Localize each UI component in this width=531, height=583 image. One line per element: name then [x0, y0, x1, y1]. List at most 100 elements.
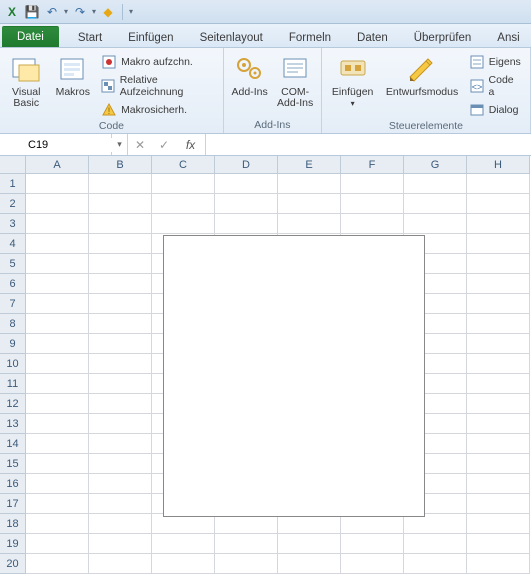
redo-dropdown-icon[interactable]: ▾ [92, 7, 96, 16]
cell[interactable] [152, 554, 215, 574]
insert-function-button[interactable]: fx [176, 134, 206, 155]
cell[interactable] [341, 194, 404, 214]
column-header[interactable]: A [26, 156, 89, 174]
cell[interactable] [278, 514, 341, 534]
cell[interactable] [26, 414, 89, 434]
cell[interactable] [26, 334, 89, 354]
cancel-formula-button[interactable]: ✕ [128, 134, 152, 155]
tab-daten[interactable]: Daten [344, 27, 401, 47]
cell[interactable] [215, 174, 278, 194]
addins-button[interactable]: Add-Ins [230, 53, 270, 98]
undo-dropdown-icon[interactable]: ▾ [64, 7, 68, 16]
row-header[interactable]: 1 [0, 174, 26, 194]
cell[interactable] [89, 294, 152, 314]
cell[interactable] [278, 194, 341, 214]
cell[interactable] [467, 414, 530, 434]
cell[interactable] [89, 234, 152, 254]
cell[interactable] [467, 174, 530, 194]
cell[interactable] [89, 554, 152, 574]
cell[interactable] [215, 514, 278, 534]
cell[interactable] [89, 194, 152, 214]
cell[interactable] [26, 194, 89, 214]
column-header[interactable]: D [215, 156, 278, 174]
enter-formula-button[interactable]: ✓ [152, 134, 176, 155]
column-header[interactable]: C [152, 156, 215, 174]
cell[interactable] [89, 314, 152, 334]
cell[interactable] [278, 214, 341, 234]
cell[interactable] [215, 214, 278, 234]
undo-icon[interactable]: ↶ [44, 4, 60, 20]
cell[interactable] [467, 474, 530, 494]
cell[interactable] [152, 514, 215, 534]
relative-aufzeichnung-button[interactable]: Relative Aufzeichnung [99, 73, 217, 99]
makro-aufzeichnen-button[interactable]: Makro aufzchn. [99, 53, 217, 71]
save-icon[interactable]: 💾 [24, 4, 40, 20]
cell[interactable] [341, 214, 404, 234]
row-header[interactable]: 10 [0, 354, 26, 374]
redo-icon[interactable]: ↷ [72, 4, 88, 20]
tab-ansicht[interactable]: Ansi [484, 27, 531, 47]
cell[interactable] [341, 174, 404, 194]
cell[interactable] [89, 534, 152, 554]
tab-ueberpruefen[interactable]: Überprüfen [401, 27, 485, 47]
code-anzeigen-button[interactable]: <> Code a [467, 73, 524, 99]
cell[interactable] [26, 554, 89, 574]
cell[interactable] [404, 174, 467, 194]
cell[interactable] [89, 394, 152, 414]
qat-customize-dropdown-icon[interactable]: ▾ [129, 7, 133, 16]
tab-start[interactable]: Start [65, 27, 115, 47]
cell[interactable] [341, 534, 404, 554]
cell[interactable] [89, 334, 152, 354]
row-header[interactable]: 20 [0, 554, 26, 574]
row-header[interactable]: 5 [0, 254, 26, 274]
cell[interactable] [26, 374, 89, 394]
cell[interactable] [26, 474, 89, 494]
cell[interactable] [404, 514, 467, 534]
custom-qat-icon[interactable]: ◆ [100, 4, 116, 20]
cell[interactable] [467, 434, 530, 454]
cell[interactable] [467, 194, 530, 214]
cell[interactable] [89, 514, 152, 534]
cell[interactable] [404, 214, 467, 234]
row-header[interactable]: 11 [0, 374, 26, 394]
inserted-shape-rectangle[interactable] [163, 235, 425, 517]
cell[interactable] [26, 454, 89, 474]
cell[interactable] [467, 254, 530, 274]
cell[interactable] [467, 314, 530, 334]
cell[interactable] [215, 534, 278, 554]
cell[interactable] [404, 194, 467, 214]
com-addins-button[interactable]: COM- Add-Ins [275, 53, 315, 109]
row-header[interactable]: 7 [0, 294, 26, 314]
cell[interactable] [89, 274, 152, 294]
cell[interactable] [467, 494, 530, 514]
einfuegen-button[interactable]: Einfügen▾ [328, 53, 378, 109]
cell[interactable] [26, 254, 89, 274]
tab-file[interactable]: Datei [2, 26, 59, 47]
cell[interactable] [89, 474, 152, 494]
column-header[interactable]: B [89, 156, 152, 174]
cell[interactable] [467, 534, 530, 554]
cell[interactable] [152, 174, 215, 194]
cell[interactable] [26, 514, 89, 534]
row-header[interactable]: 12 [0, 394, 26, 414]
cell[interactable] [89, 414, 152, 434]
eigenschaften-button[interactable]: Eigens [467, 53, 524, 71]
cell[interactable] [467, 394, 530, 414]
tab-seitenlayout[interactable]: Seitenlayout [187, 27, 276, 47]
cell[interactable] [278, 554, 341, 574]
row-header[interactable]: 17 [0, 494, 26, 514]
cell[interactable] [26, 434, 89, 454]
cell[interactable] [467, 354, 530, 374]
row-header[interactable]: 9 [0, 334, 26, 354]
cell[interactable] [89, 434, 152, 454]
cell[interactable] [467, 554, 530, 574]
makros-button[interactable]: Makros [53, 53, 94, 98]
cell[interactable] [467, 214, 530, 234]
cell[interactable] [26, 354, 89, 374]
cell[interactable] [26, 214, 89, 234]
cell[interactable] [152, 534, 215, 554]
entwurfsmodus-button[interactable]: Entwurfsmodus [383, 53, 460, 98]
cell[interactable] [404, 554, 467, 574]
cell[interactable] [26, 294, 89, 314]
cell[interactable] [152, 214, 215, 234]
